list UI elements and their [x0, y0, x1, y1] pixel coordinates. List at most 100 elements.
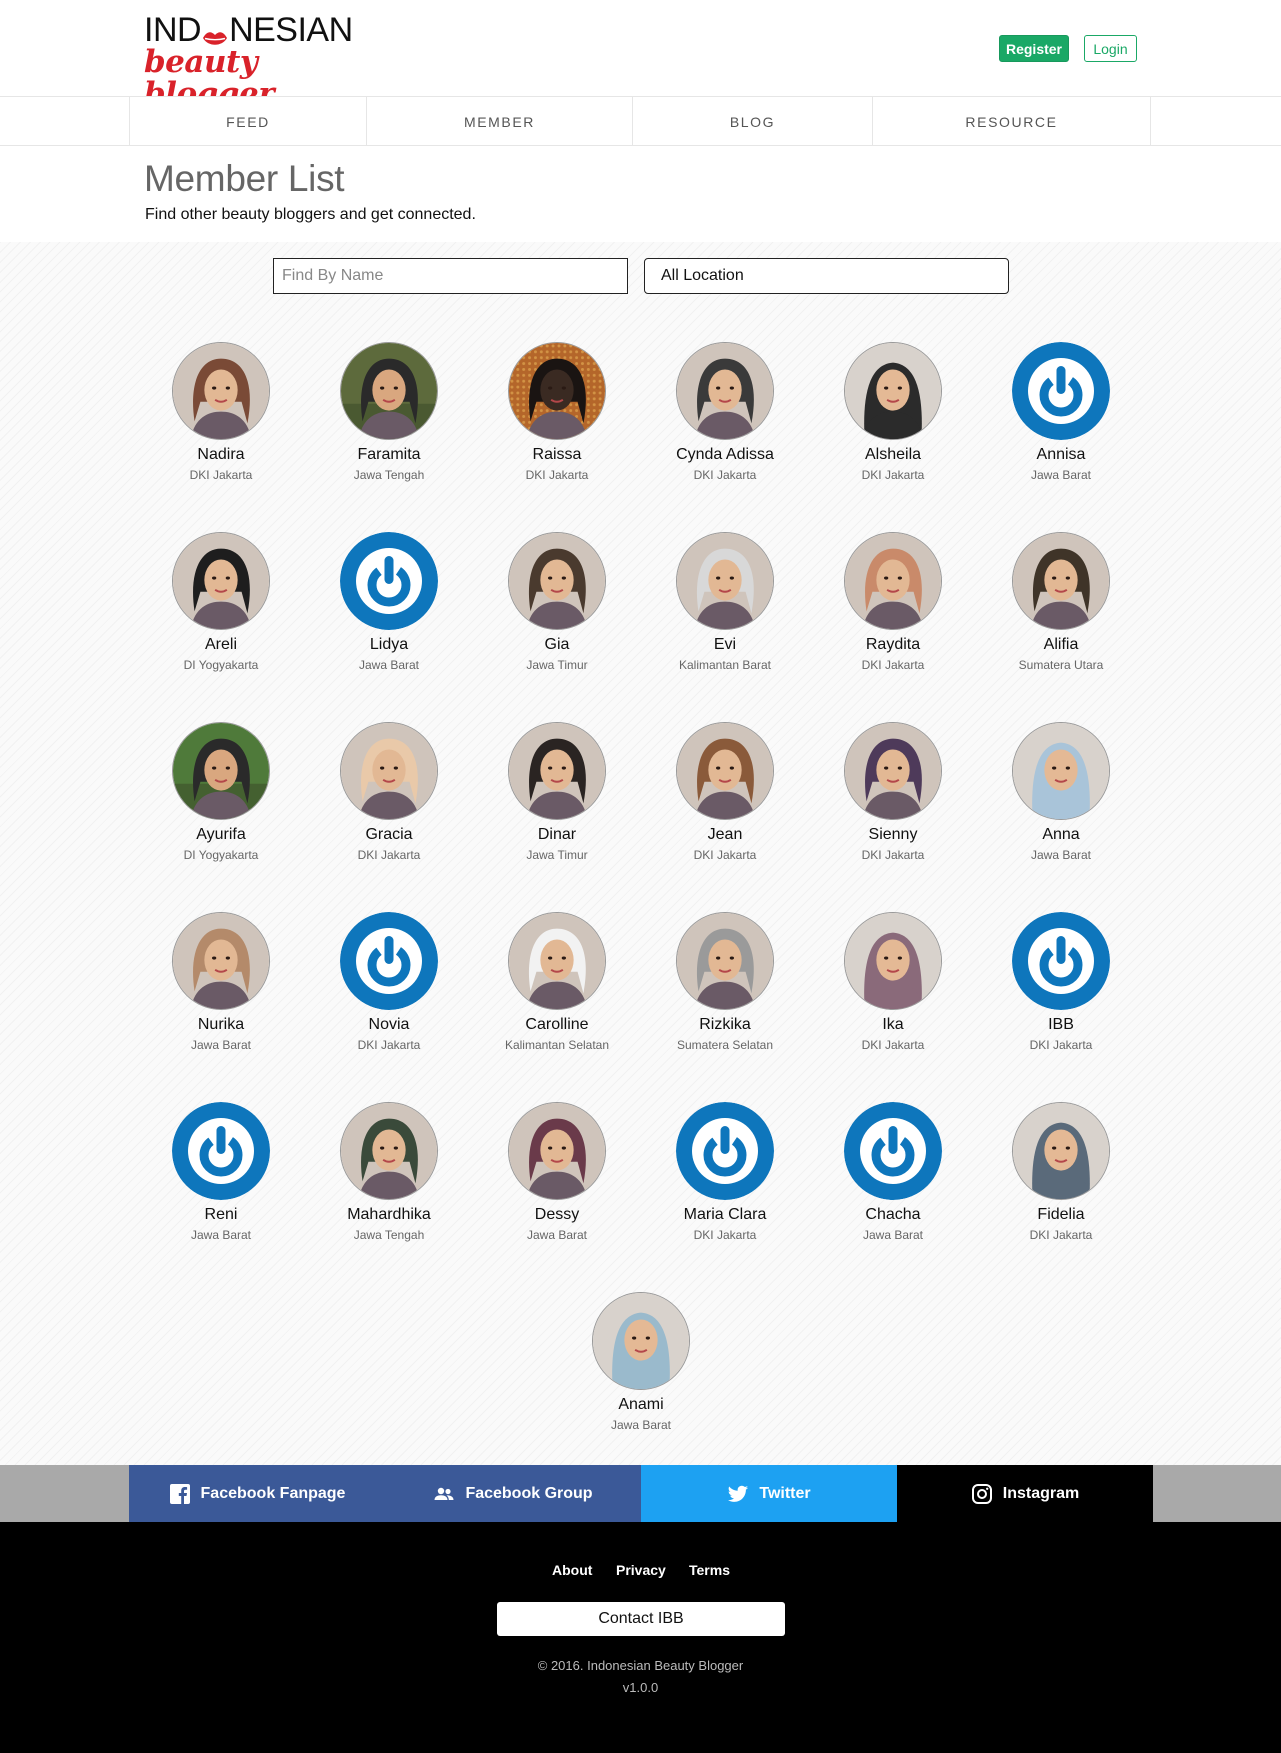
- member-card[interactable]: Jean DKI Jakarta: [641, 722, 809, 872]
- member-card[interactable]: Fidelia DKI Jakarta: [977, 1102, 1145, 1252]
- member-card[interactable]: Rizkika Sumatera Selatan: [641, 912, 809, 1062]
- avatar[interactable]: [676, 722, 774, 820]
- footer-link-terms[interactable]: Terms: [689, 1562, 730, 1578]
- member-card[interactable]: Faramita Jawa Tengah: [305, 342, 473, 492]
- facebook-fanpage-link[interactable]: Facebook Fanpage: [129, 1465, 385, 1522]
- avatar[interactable]: [844, 912, 942, 1010]
- avatar[interactable]: [676, 532, 774, 630]
- member-name[interactable]: Carolline: [473, 1016, 641, 1034]
- default-avatar-icon[interactable]: [1012, 912, 1110, 1010]
- twitter-link[interactable]: Twitter: [641, 1465, 897, 1522]
- member-name[interactable]: Sienny: [809, 826, 977, 844]
- member-card[interactable]: Alsheila DKI Jakarta: [809, 342, 977, 492]
- register-button[interactable]: Register: [999, 35, 1069, 62]
- member-card[interactable]: Dinar Jawa Timur: [473, 722, 641, 872]
- member-name[interactable]: Gia: [473, 636, 641, 654]
- avatar[interactable]: [508, 342, 606, 440]
- default-avatar-icon[interactable]: [340, 912, 438, 1010]
- contact-button[interactable]: Contact IBB: [497, 1602, 785, 1636]
- member-card[interactable]: Lidya Jawa Barat: [305, 532, 473, 682]
- footer-link-privacy[interactable]: Privacy: [616, 1562, 666, 1578]
- member-card[interactable]: Raissa DKI Jakarta: [473, 342, 641, 492]
- member-card[interactable]: Annisa Jawa Barat: [977, 342, 1145, 492]
- member-card[interactable]: Raydita DKI Jakarta: [809, 532, 977, 682]
- member-name[interactable]: Maria Clara: [641, 1206, 809, 1224]
- member-card[interactable]: Cynda Adissa DKI Jakarta: [641, 342, 809, 492]
- member-card[interactable]: Evi Kalimantan Barat: [641, 532, 809, 682]
- location-select[interactable]: All Location: [644, 258, 1009, 294]
- member-name[interactable]: Areli: [137, 636, 305, 654]
- member-name[interactable]: Novia: [305, 1016, 473, 1034]
- member-name[interactable]: Annisa: [977, 446, 1145, 464]
- member-card[interactable]: Ayurifa DI Yogyakarta: [137, 722, 305, 872]
- member-name[interactable]: Anna: [977, 826, 1145, 844]
- default-avatar-icon[interactable]: [676, 1102, 774, 1200]
- default-avatar-icon[interactable]: [1012, 342, 1110, 440]
- member-card[interactable]: Anami Jawa Barat: [557, 1292, 725, 1442]
- member-name[interactable]: Jean: [641, 826, 809, 844]
- default-avatar-icon[interactable]: [340, 532, 438, 630]
- avatar[interactable]: [844, 532, 942, 630]
- member-name[interactable]: Raissa: [473, 446, 641, 464]
- member-name[interactable]: Dinar: [473, 826, 641, 844]
- member-name[interactable]: Mahardhika: [305, 1206, 473, 1224]
- member-name[interactable]: Alsheila: [809, 446, 977, 464]
- member-name[interactable]: Lidya: [305, 636, 473, 654]
- avatar[interactable]: [1012, 722, 1110, 820]
- avatar[interactable]: [508, 912, 606, 1010]
- member-card[interactable]: Chacha Jawa Barat: [809, 1102, 977, 1252]
- member-name[interactable]: Faramita: [305, 446, 473, 464]
- avatar[interactable]: [172, 532, 270, 630]
- avatar[interactable]: [172, 912, 270, 1010]
- facebook-group-link[interactable]: Facebook Group: [385, 1465, 641, 1522]
- member-card[interactable]: Mahardhika Jawa Tengah: [305, 1102, 473, 1252]
- member-card[interactable]: Areli DI Yogyakarta: [137, 532, 305, 682]
- member-name[interactable]: Anami: [557, 1396, 725, 1414]
- login-button[interactable]: Login: [1084, 35, 1137, 62]
- avatar[interactable]: [172, 342, 270, 440]
- member-name[interactable]: Evi: [641, 636, 809, 654]
- member-name[interactable]: Rizkika: [641, 1016, 809, 1034]
- site-logo[interactable]: IND NESIAN beauty blogger: [144, 12, 354, 110]
- member-name[interactable]: Nadira: [137, 446, 305, 464]
- member-card[interactable]: Anna Jawa Barat: [977, 722, 1145, 872]
- nav-item-feed[interactable]: FEED: [129, 97, 366, 146]
- member-card[interactable]: Dessy Jawa Barat: [473, 1102, 641, 1252]
- avatar[interactable]: [340, 342, 438, 440]
- default-avatar-icon[interactable]: [844, 1102, 942, 1200]
- member-card[interactable]: Carolline Kalimantan Selatan: [473, 912, 641, 1062]
- member-name[interactable]: Gracia: [305, 826, 473, 844]
- member-card[interactable]: Alifia Sumatera Utara: [977, 532, 1145, 682]
- member-name[interactable]: Dessy: [473, 1206, 641, 1224]
- member-name[interactable]: Ayurifa: [137, 826, 305, 844]
- nav-item-member[interactable]: MEMBER: [366, 97, 632, 146]
- member-name[interactable]: Cynda Adissa: [641, 446, 809, 464]
- avatar[interactable]: [1012, 1102, 1110, 1200]
- avatar[interactable]: [340, 1102, 438, 1200]
- member-name[interactable]: Nurika: [137, 1016, 305, 1034]
- nav-item-resource[interactable]: RESOURCE: [872, 97, 1151, 146]
- avatar[interactable]: [676, 342, 774, 440]
- member-card[interactable]: Sienny DKI Jakarta: [809, 722, 977, 872]
- avatar[interactable]: [508, 1102, 606, 1200]
- member-card[interactable]: Gia Jawa Timur: [473, 532, 641, 682]
- member-card[interactable]: Nurika Jawa Barat: [137, 912, 305, 1062]
- member-card[interactable]: IBB DKI Jakarta: [977, 912, 1145, 1062]
- avatar[interactable]: [676, 912, 774, 1010]
- member-name[interactable]: Fidelia: [977, 1206, 1145, 1224]
- member-card[interactable]: Nadira DKI Jakarta: [137, 342, 305, 492]
- member-card[interactable]: Ika DKI Jakarta: [809, 912, 977, 1062]
- member-card[interactable]: Novia DKI Jakarta: [305, 912, 473, 1062]
- footer-link-about[interactable]: About: [552, 1562, 592, 1578]
- member-name[interactable]: Raydita: [809, 636, 977, 654]
- member-name[interactable]: Reni: [137, 1206, 305, 1224]
- member-card[interactable]: Gracia DKI Jakarta: [305, 722, 473, 872]
- default-avatar-icon[interactable]: [172, 1102, 270, 1200]
- member-name[interactable]: IBB: [977, 1016, 1145, 1034]
- avatar[interactable]: [844, 342, 942, 440]
- member-card[interactable]: Reni Jawa Barat: [137, 1102, 305, 1252]
- member-name[interactable]: Ika: [809, 1016, 977, 1034]
- avatar[interactable]: [508, 532, 606, 630]
- avatar[interactable]: [340, 722, 438, 820]
- avatar[interactable]: [844, 722, 942, 820]
